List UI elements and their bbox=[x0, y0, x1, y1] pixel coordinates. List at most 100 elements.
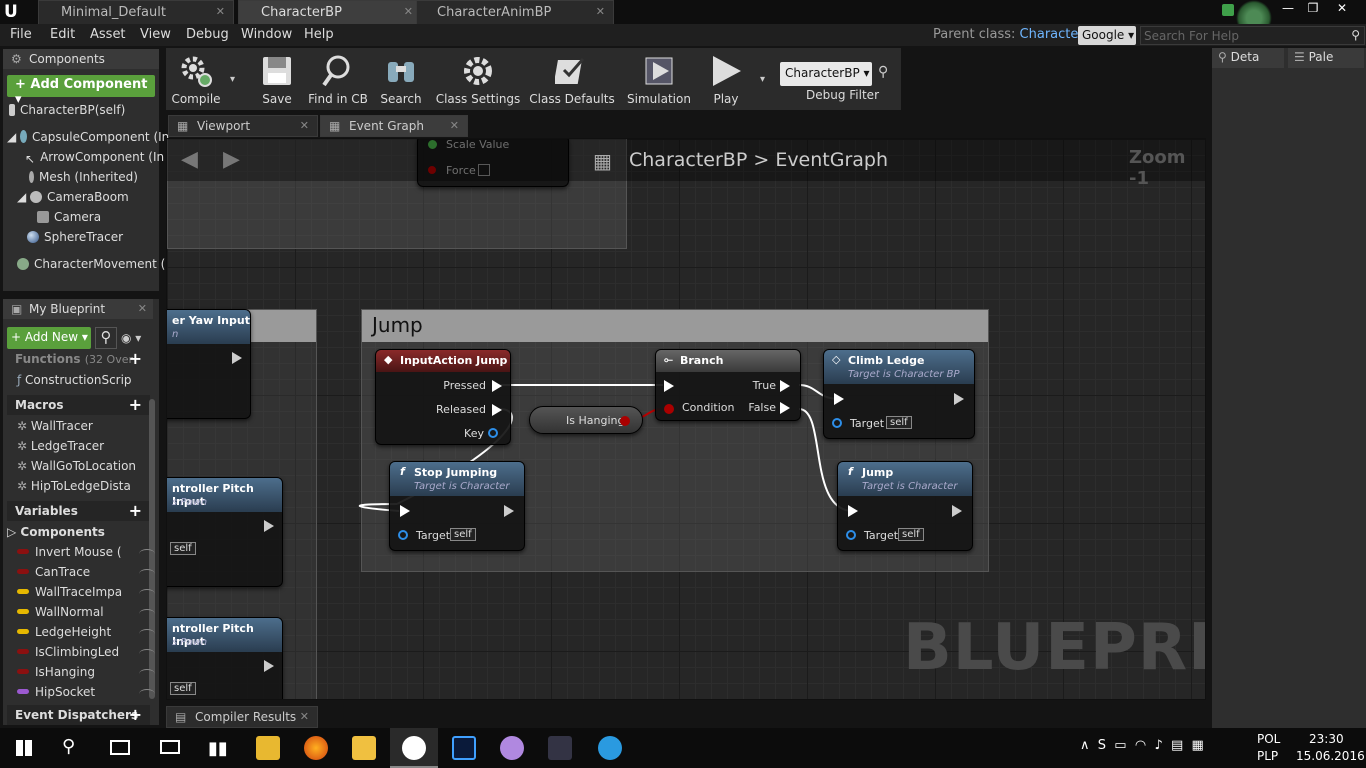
variable-item[interactable]: CanTrace bbox=[17, 565, 155, 579]
exec-out-pin[interactable] bbox=[504, 505, 514, 517]
close-icon[interactable]: ✕ bbox=[300, 119, 309, 132]
component-arrow[interactable]: ↖ ArrowComponent (In bbox=[25, 150, 164, 166]
language-top[interactable]: POL bbox=[1257, 732, 1280, 746]
jump-node[interactable]: f Jump Target is Character Target self bbox=[837, 461, 973, 551]
visibility-eye-icon[interactable] bbox=[139, 569, 155, 579]
exec-out-pin[interactable] bbox=[954, 393, 964, 405]
close-icon[interactable]: ✕ bbox=[450, 119, 459, 132]
exec-out-pin[interactable] bbox=[780, 380, 790, 392]
language-bottom[interactable]: PLP bbox=[1257, 749, 1278, 763]
macro-item[interactable]: ✲ WallGoToLocation bbox=[17, 459, 136, 473]
play-options-dropdown[interactable]: ▾ bbox=[760, 74, 765, 85]
visibility-eye-icon[interactable] bbox=[139, 669, 155, 679]
minimize-button[interactable]: — bbox=[1276, 1, 1300, 15]
component-self[interactable]: CharacterBP(self) bbox=[9, 103, 125, 117]
search-icon[interactable]: ⚲ bbox=[95, 327, 117, 349]
close-icon[interactable]: ✕ bbox=[216, 5, 225, 18]
is-hanging-variable-node[interactable]: Is Hanging bbox=[529, 406, 643, 434]
variable-item[interactable]: Invert Mouse ( bbox=[17, 545, 155, 559]
menu-file[interactable]: File bbox=[10, 27, 32, 42]
add-variable-icon[interactable]: + bbox=[129, 501, 142, 520]
clock-time[interactable]: 23:30 bbox=[1309, 732, 1344, 746]
input-action-jump-node[interactable]: ◆ InputAction Jump Pressed Released Key bbox=[375, 349, 511, 445]
app-icon[interactable] bbox=[500, 736, 524, 760]
app-icon-3[interactable] bbox=[598, 736, 622, 760]
exec-out-pin[interactable] bbox=[492, 380, 502, 392]
view-options-icon[interactable]: ◉ ▾ bbox=[121, 331, 141, 345]
add-function-icon[interactable]: + bbox=[129, 349, 142, 368]
maximize-button[interactable]: ❐ bbox=[1301, 1, 1325, 15]
branch-node[interactable]: ⟜ Branch Condition True False bbox=[655, 349, 801, 421]
functions-section[interactable]: Functions (32 Over + bbox=[7, 349, 150, 369]
unreal-icon[interactable] bbox=[402, 736, 426, 760]
component-cameraboom[interactable]: ◢ CameraBoom bbox=[17, 190, 129, 204]
macro-item[interactable]: ✲ HipToLedgeDista bbox=[17, 479, 131, 493]
component-mesh[interactable]: Mesh (Inherited) bbox=[29, 170, 138, 184]
play-button[interactable]: Play bbox=[700, 48, 752, 110]
component-camera[interactable]: Camera bbox=[37, 210, 101, 224]
save-button[interactable]: Save bbox=[252, 48, 302, 110]
stop-jumping-node[interactable]: f Stop Jumping Target is Character Target … bbox=[389, 461, 525, 551]
tab-characterbp[interactable]: CharacterBP ✕ bbox=[238, 0, 422, 24]
close-icon[interactable]: ✕ bbox=[404, 5, 413, 18]
self-pin[interactable]: self bbox=[886, 416, 912, 429]
event-dispatchers-section[interactable]: Event Dispatchers + bbox=[7, 705, 150, 725]
macro-item[interactable]: ✲ WallTracer bbox=[17, 419, 93, 433]
close-icon[interactable]: ✕ bbox=[596, 5, 605, 18]
parent-class-link[interactable]: Character bbox=[1020, 27, 1084, 42]
climb-ledge-node[interactable]: ◇ Climb Ledge Target is Character BP Targe… bbox=[823, 349, 975, 439]
function-item[interactable]: ƒ ConstructionScrip bbox=[17, 373, 132, 387]
variable-item[interactable]: IsHanging bbox=[17, 665, 155, 679]
exec-in-pin[interactable] bbox=[848, 505, 858, 517]
folder-icon[interactable] bbox=[352, 736, 376, 760]
component-charactermovement[interactable]: CharacterMovement (In bbox=[17, 257, 176, 271]
macro-item[interactable]: ✲ LedgeTracer bbox=[17, 439, 104, 453]
class-settings-button[interactable]: Class Settings bbox=[434, 48, 522, 110]
tab-details[interactable]: ⚲ Deta bbox=[1212, 48, 1284, 68]
close-window-button[interactable]: ✕ bbox=[1330, 1, 1354, 15]
source-control-icon[interactable] bbox=[1222, 4, 1234, 16]
tab-viewport[interactable]: ▦ Viewport ✕ bbox=[168, 115, 318, 137]
visibility-eye-icon[interactable] bbox=[139, 549, 155, 559]
clock-date[interactable]: 15.06.2016 bbox=[1296, 749, 1365, 763]
tab-minimal-default[interactable]: Minimal_Default ✕ bbox=[38, 0, 234, 24]
visibility-eye-icon[interactable] bbox=[139, 689, 155, 699]
menu-debug[interactable]: Debug bbox=[186, 27, 229, 42]
exec-in-pin[interactable] bbox=[834, 393, 844, 405]
compiler-results-tab[interactable]: ▤ Compiler Results ✕ bbox=[166, 706, 318, 728]
add-new-button[interactable]: + Add New ▾ bbox=[7, 327, 91, 349]
books-icon[interactable]: ▮▮ bbox=[208, 738, 228, 759]
tray-icons[interactable]: ∧ S ▭ ◠ ♪ ▤ ▦ bbox=[1080, 738, 1204, 753]
search-engine-dropdown[interactable]: Google ▾ bbox=[1078, 26, 1136, 45]
exec-out-pin[interactable] bbox=[492, 404, 502, 416]
menu-help[interactable]: Help bbox=[304, 27, 334, 42]
variable-item[interactable]: WallTraceImpa bbox=[17, 585, 155, 599]
desktop-icon[interactable] bbox=[160, 740, 180, 754]
menu-window[interactable]: Window bbox=[241, 27, 292, 42]
event-graph-canvas[interactable]: Scale Value Force ◀ ▶ ▦ CharacterBP > Ev… bbox=[166, 138, 1206, 700]
tab-event-graph[interactable]: ▦ Event Graph ✕ bbox=[320, 115, 468, 137]
search-icon[interactable]: ⚲ bbox=[62, 736, 75, 757]
exec-in-pin[interactable] bbox=[664, 380, 674, 392]
add-dispatcher-icon[interactable]: + bbox=[129, 705, 142, 724]
target-pin[interactable] bbox=[846, 530, 856, 540]
photoshop-icon[interactable] bbox=[452, 736, 476, 760]
visibility-eye-icon[interactable] bbox=[139, 589, 155, 599]
bool-out-pin[interactable] bbox=[620, 416, 630, 426]
tab-characteranimbp[interactable]: CharacterAnimBP ✕ bbox=[416, 0, 614, 24]
windows-start-icon[interactable] bbox=[16, 740, 32, 756]
target-pin[interactable] bbox=[832, 418, 842, 428]
find-in-cb-button[interactable]: Find in CB bbox=[306, 48, 370, 110]
firefox-icon[interactable] bbox=[304, 736, 328, 760]
component-capsule[interactable]: ◢ CapsuleComponent (In bbox=[7, 130, 169, 144]
class-defaults-button[interactable]: Class Defaults bbox=[528, 48, 616, 110]
debug-search-icon[interactable]: ⚲ bbox=[878, 64, 888, 80]
visibility-eye-icon[interactable] bbox=[139, 649, 155, 659]
explorer-icon[interactable] bbox=[256, 736, 280, 760]
exec-out-pin[interactable] bbox=[952, 505, 962, 517]
add-macro-icon[interactable]: + bbox=[129, 395, 142, 414]
close-icon[interactable]: ✕ bbox=[300, 710, 309, 723]
compile-button[interactable]: Compile bbox=[168, 48, 224, 110]
close-icon[interactable]: ✕ bbox=[138, 302, 147, 315]
visibility-eye-icon[interactable] bbox=[139, 629, 155, 639]
